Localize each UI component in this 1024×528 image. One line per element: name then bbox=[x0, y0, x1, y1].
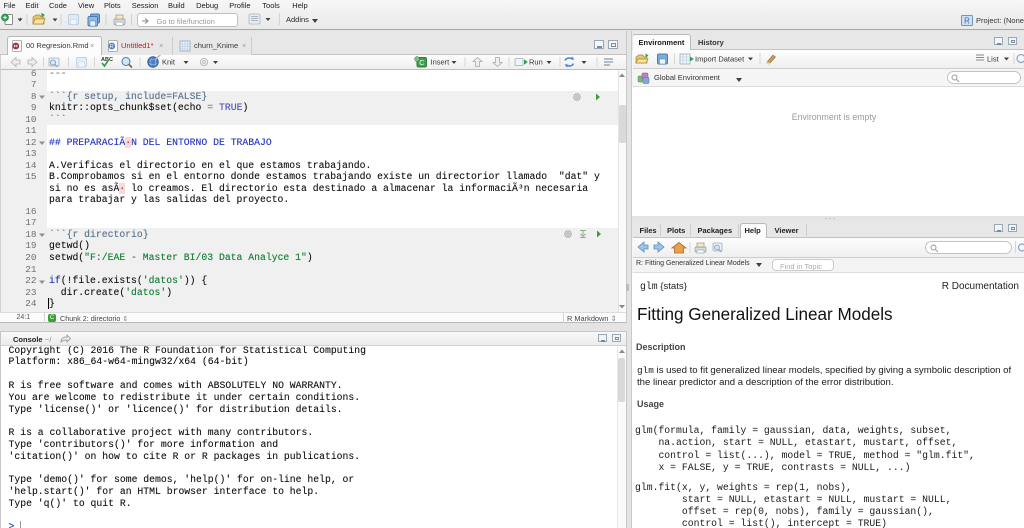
svg-text:Import Dataset: Import Dataset bbox=[695, 55, 745, 64]
svg-text:R: R bbox=[110, 44, 114, 50]
svg-text:Run: Run bbox=[529, 58, 543, 67]
svg-text:List: List bbox=[987, 55, 1000, 64]
svg-text:R: R bbox=[964, 17, 970, 26]
svg-text:C: C bbox=[419, 60, 424, 67]
svg-text:Knit: Knit bbox=[162, 58, 176, 67]
svg-text:Insert: Insert bbox=[431, 58, 451, 67]
